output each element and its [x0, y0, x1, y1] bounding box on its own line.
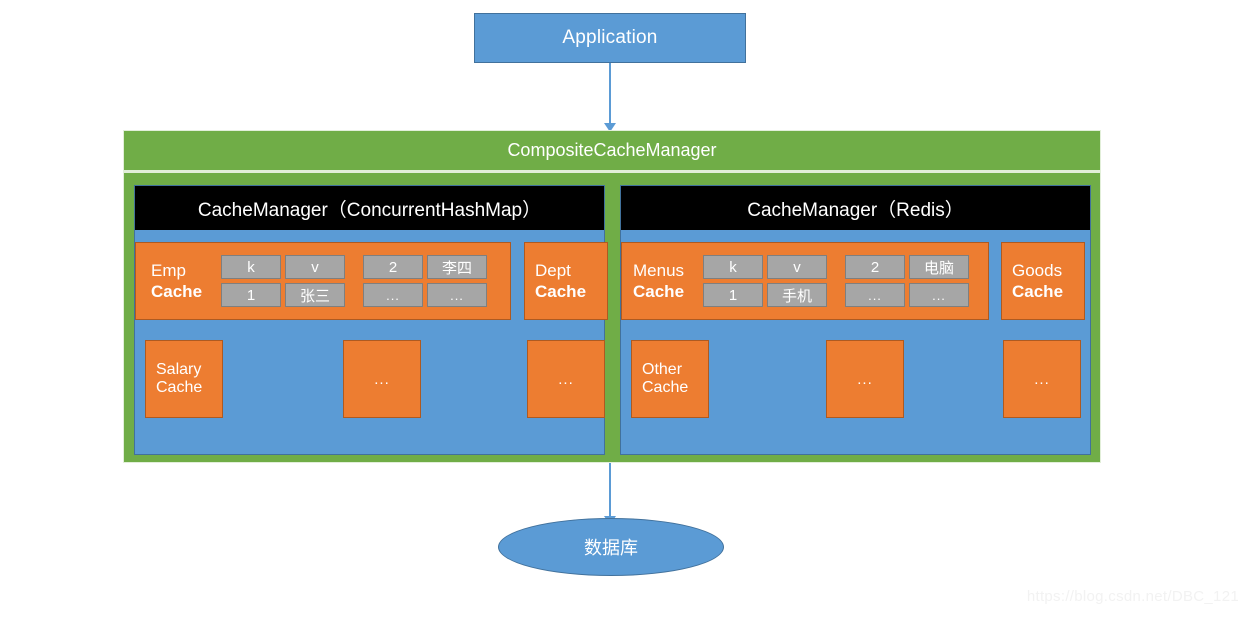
- salary-cache-block: Salary Cache: [145, 340, 223, 418]
- emp-cache-titles: Emp Cache: [151, 260, 209, 303]
- menus-kv-row-header: k v: [703, 255, 827, 279]
- placeholder-cache-chm-1: ...: [343, 340, 421, 418]
- composite-cache-manager-title-bar: CompositeCacheManager: [124, 131, 1100, 173]
- menus-kv-cell-value-1: 手机: [767, 283, 827, 307]
- placeholder-cache-chm-2: ...: [527, 340, 605, 418]
- cache-manager-concurrenthashmap-title: CacheManager（ConcurrentHashMap）: [197, 199, 542, 221]
- emp-kv-row-ellipsis: ... ...: [363, 283, 487, 307]
- cache-row-top-chm: Emp Cache k v 1 张三 2 李四 ... ... Dept Cac…: [135, 242, 608, 320]
- application-label: Application: [562, 27, 658, 48]
- cache-row-top-redis: Menus Cache k v 1 手机 2 电脑 ... ... Goods …: [621, 242, 1090, 320]
- menus-kv-row-2: 2 电脑: [845, 255, 969, 279]
- menus-kv-cell-key-header: k: [703, 255, 763, 279]
- cache-manager-redis-panel: CacheManager（Redis） Menus Cache k v 1 手机…: [620, 185, 1091, 455]
- goods-cache-sub: Cache: [1012, 281, 1064, 301]
- dept-cache-block: Dept Cache: [524, 242, 608, 320]
- menus-kv-cell-value-ellipsis: ...: [909, 283, 969, 307]
- menus-cache-block: Menus Cache k v 1 手机 2 电脑 ... ...: [621, 242, 989, 320]
- menus-cache-titles: Menus Cache: [633, 260, 691, 303]
- goods-cache-name: Goods: [1012, 260, 1063, 280]
- emp-kv-cell-key-2: 2: [363, 255, 423, 279]
- cache-row-bottom-redis: Other Cache ... ...: [621, 340, 1090, 418]
- dept-cache-sub: Cache: [535, 281, 587, 301]
- salary-cache-sub: Cache: [156, 379, 203, 396]
- emp-cache-block: Emp Cache k v 1 张三 2 李四 ... ...: [135, 242, 511, 320]
- emp-kv-cell-value-2: 李四: [427, 255, 487, 279]
- emp-kv-row-header: k v: [221, 255, 345, 279]
- cache-manager-concurrenthashmap-header: CacheManager（ConcurrentHashMap）: [135, 186, 604, 230]
- cache-manager-concurrenthashmap-panel: CacheManager（ConcurrentHashMap） Emp Cach…: [134, 185, 608, 455]
- emp-kv-table-2: 2 李四 ... ...: [363, 255, 487, 307]
- menus-kv-cell-key-2: 2: [845, 255, 905, 279]
- emp-kv-row-1: 1 张三: [221, 283, 345, 307]
- menus-kv-cell-value-header: v: [767, 255, 827, 279]
- emp-kv-cell-key-header: k: [221, 255, 281, 279]
- emp-cache-sub: Cache: [151, 281, 203, 301]
- dept-cache-name: Dept: [535, 260, 571, 280]
- arrow-composite-to-database-line: [609, 463, 611, 518]
- placeholder-cache-redis-1: ...: [826, 340, 904, 418]
- application-box: Application: [474, 13, 746, 63]
- menus-kv-cell-key-1: 1: [703, 283, 763, 307]
- menus-kv-cell-value-2: 电脑: [909, 255, 969, 279]
- database-ellipse: 数据库: [498, 518, 724, 576]
- cache-row-bottom-chm: Salary Cache ... ...: [135, 340, 605, 418]
- menus-cache-sub: Cache: [633, 281, 685, 301]
- menus-kv-table-2: 2 电脑 ... ...: [845, 255, 969, 307]
- menus-kv-cell-key-ellipsis: ...: [845, 283, 905, 307]
- emp-kv-cell-value-header: v: [285, 255, 345, 279]
- cache-manager-redis-body: Menus Cache k v 1 手机 2 电脑 ... ... Goods …: [621, 230, 1090, 454]
- cache-manager-concurrenthashmap-body: Emp Cache k v 1 张三 2 李四 ... ... Dept Cac…: [135, 230, 608, 454]
- emp-kv-row-2: 2 李四: [363, 255, 487, 279]
- menus-kv-table-1: k v 1 手机: [703, 255, 827, 307]
- emp-kv-table-1: k v 1 张三: [221, 255, 345, 307]
- salary-cache-name: Salary: [156, 361, 202, 378]
- emp-kv-cell-key-1: 1: [221, 283, 281, 307]
- placeholder-cache-redis-2: ...: [1003, 340, 1081, 418]
- emp-kv-cell-value-1: 张三: [285, 283, 345, 307]
- other-cache-block: Other Cache: [631, 340, 709, 418]
- composite-cache-manager-title: CompositeCacheManager: [507, 140, 717, 160]
- other-cache-sub: Cache: [642, 379, 689, 396]
- emp-kv-cell-key-ellipsis: ...: [363, 283, 423, 307]
- cache-manager-redis-title: CacheManager（Redis）: [747, 199, 964, 221]
- menus-kv-row-ellipsis: ... ...: [845, 283, 969, 307]
- goods-cache-block: Goods Cache: [1001, 242, 1085, 320]
- watermark-text: https://blog.csdn.net/DBC_121: [1026, 588, 1239, 605]
- other-cache-name: Other: [642, 361, 683, 378]
- emp-kv-cell-value-ellipsis: ...: [427, 283, 487, 307]
- emp-cache-name: Emp: [151, 260, 186, 280]
- database-label: 数据库: [584, 538, 638, 558]
- cache-manager-redis-header: CacheManager（Redis）: [621, 186, 1090, 230]
- menus-cache-name: Menus: [633, 260, 685, 280]
- arrow-application-to-composite-line: [609, 63, 611, 125]
- menus-kv-row-1: 1 手机: [703, 283, 827, 307]
- composite-cache-manager-container: CompositeCacheManager CacheManager（Concu…: [123, 130, 1101, 463]
